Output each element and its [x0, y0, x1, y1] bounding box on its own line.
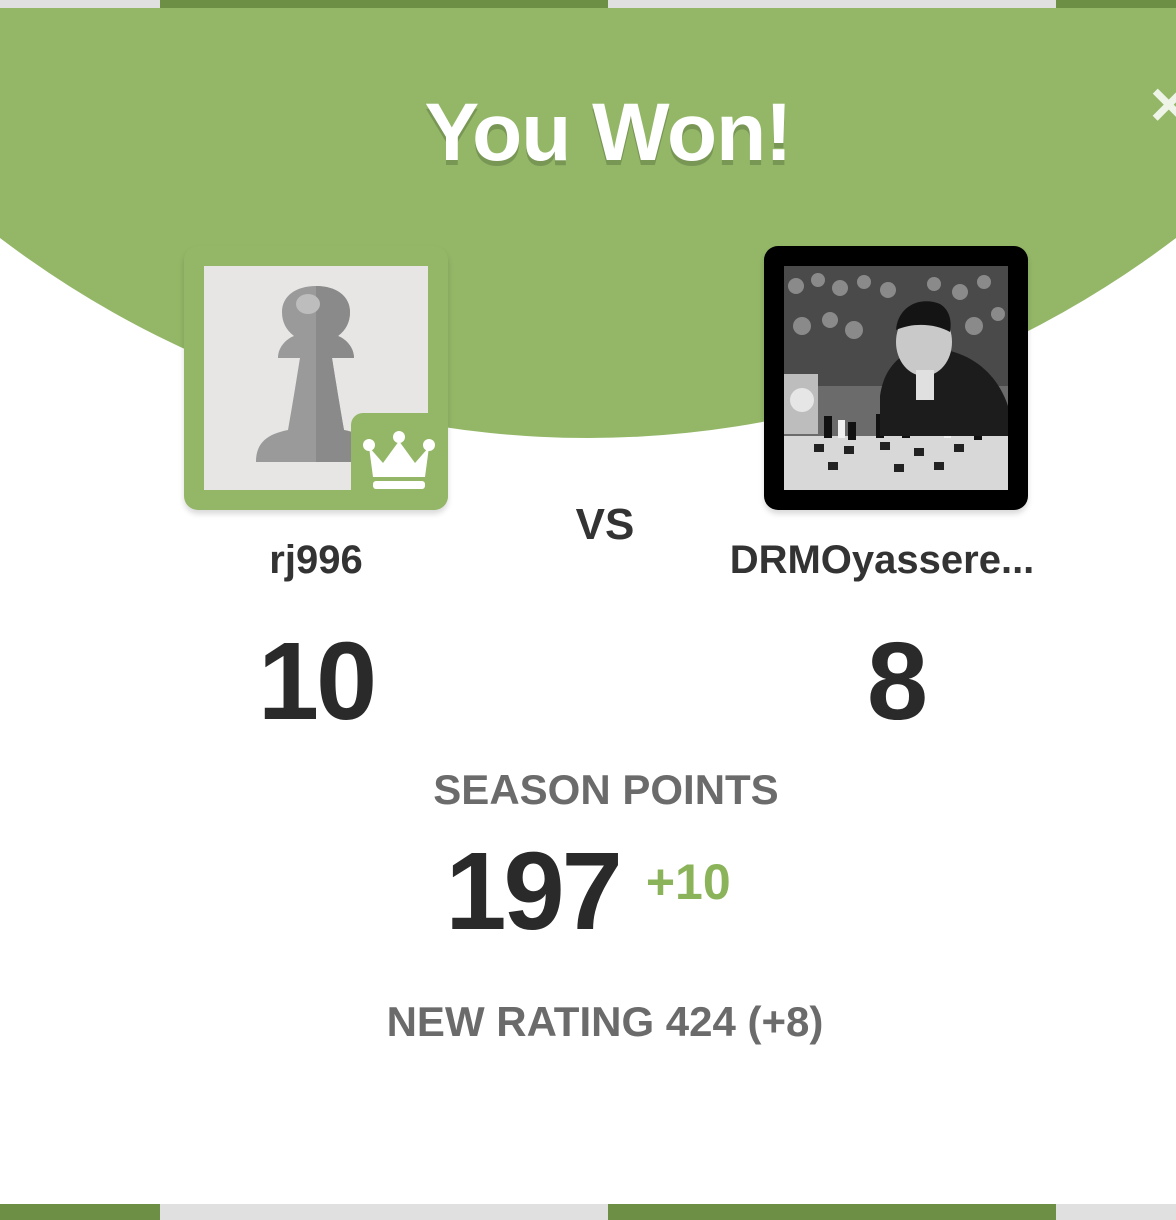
season-points-delta: +10 — [645, 854, 731, 910]
player-score: 10 — [257, 620, 377, 743]
new-rating-text: NEW RATING 424 (+8) — [386, 998, 824, 1045]
player-avatar[interactable] — [184, 246, 448, 510]
board-strip-top — [0, 0, 1176, 8]
season-points-value: 197 — [445, 830, 623, 953]
result-title: You Won! — [424, 87, 793, 178]
game-over-modal: You Won! × VS rj996 DRMOyassere... 10 8 … — [0, 8, 1176, 1204]
board-strip-bottom — [0, 1204, 1176, 1220]
season-points-label: SEASON POINTS — [433, 766, 779, 813]
opponent-avatar[interactable] — [764, 246, 1028, 510]
opponent-score: 8 — [866, 620, 928, 743]
player-name[interactable]: rj996 — [166, 538, 466, 583]
vs-label: VS — [575, 500, 635, 549]
opponent-photo — [784, 266, 1008, 490]
season-points-row: 197 +10 — [0, 828, 1176, 955]
crown-icon — [351, 413, 448, 510]
close-icon[interactable]: × — [1150, 72, 1176, 136]
opponent-name[interactable]: DRMOyassere... — [682, 538, 1082, 583]
